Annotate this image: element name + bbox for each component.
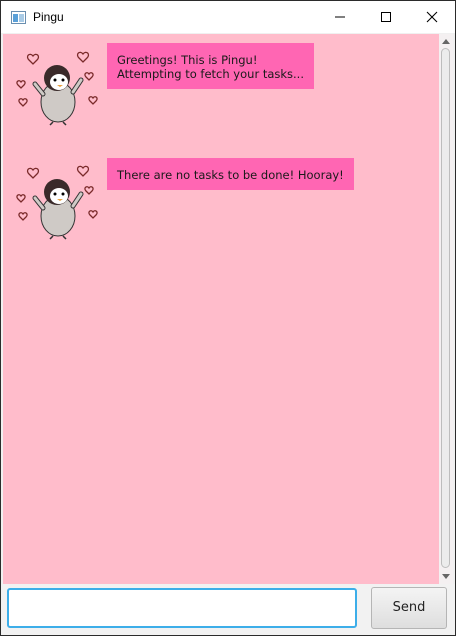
scroll-down-arrow-icon[interactable] [442, 574, 450, 579]
dialog-bubble: There are no tasks to be done! Hooray! [107, 158, 354, 190]
penguin-avatar-icon [16, 51, 98, 126]
penguin-avatar-icon [16, 165, 98, 240]
send-button[interactable]: Send [371, 587, 447, 629]
maximize-icon [381, 12, 391, 22]
user-input-field[interactable] [7, 588, 357, 628]
input-bar: Send [1, 584, 455, 635]
window-title: Pingu [33, 10, 64, 24]
scroll-up-arrow-icon[interactable] [442, 39, 450, 44]
app-icon [11, 11, 26, 24]
vertical-scrollbar[interactable] [439, 34, 453, 584]
maximize-button[interactable] [363, 1, 409, 33]
app-window: Pingu Greetings! This is Pingu! Attempti… [0, 0, 456, 636]
minimize-icon [335, 16, 345, 18]
dialog-row: There are no tasks to be done! Hooray! [13, 158, 354, 248]
minimize-button[interactable] [317, 1, 363, 33]
close-button[interactable] [409, 1, 455, 33]
dialog-bubble: Greetings! This is Pingu! Attempting to … [107, 43, 314, 89]
dialog-scroll-pane[interactable]: Greetings! This is Pingu! Attempting to … [3, 34, 453, 584]
close-icon [426, 11, 438, 23]
title-bar[interactable]: Pingu [1, 1, 455, 33]
scrollbar-thumb[interactable] [441, 48, 450, 568]
dialog-row: Greetings! This is Pingu! Attempting to … [13, 43, 333, 134]
